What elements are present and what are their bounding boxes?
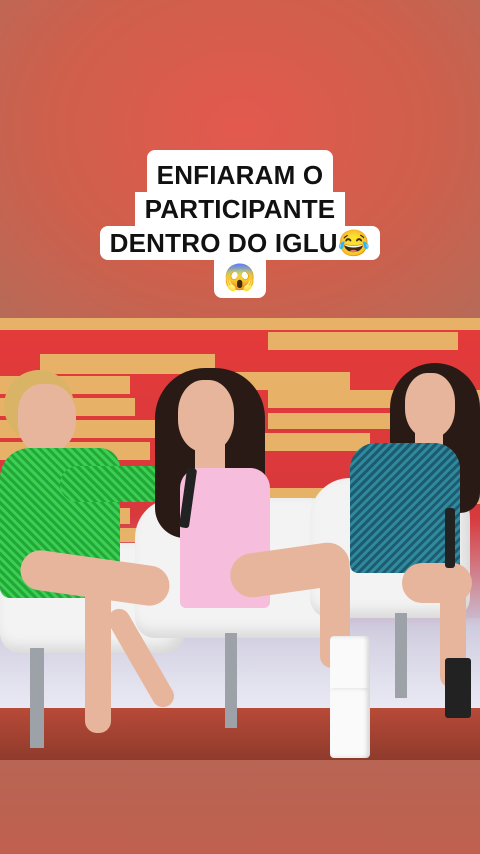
white-boot — [330, 636, 370, 696]
chair-leg — [225, 633, 237, 728]
video-caption: ENFIARAM O PARTICIPANTE DENTRO DO IGLU😂 … — [0, 150, 480, 298]
microphone — [445, 508, 455, 568]
black-shoe — [445, 658, 471, 718]
set-stripe — [0, 318, 480, 330]
chair-leg — [395, 613, 407, 698]
caption-line-3: DENTRO DO IGLU😂 — [99, 226, 381, 260]
set-stripe — [268, 332, 458, 350]
white-boot — [330, 688, 370, 758]
caption-line-1: ENFIARAM O — [146, 150, 334, 192]
video-frame[interactable] — [0, 318, 480, 760]
chair-leg — [30, 648, 44, 748]
blurred-background-bottom — [0, 760, 480, 854]
caption-line-2: PARTICIPANTE — [134, 192, 346, 226]
studio-floor — [0, 708, 480, 760]
caption-line-4: 😱 — [213, 260, 267, 298]
